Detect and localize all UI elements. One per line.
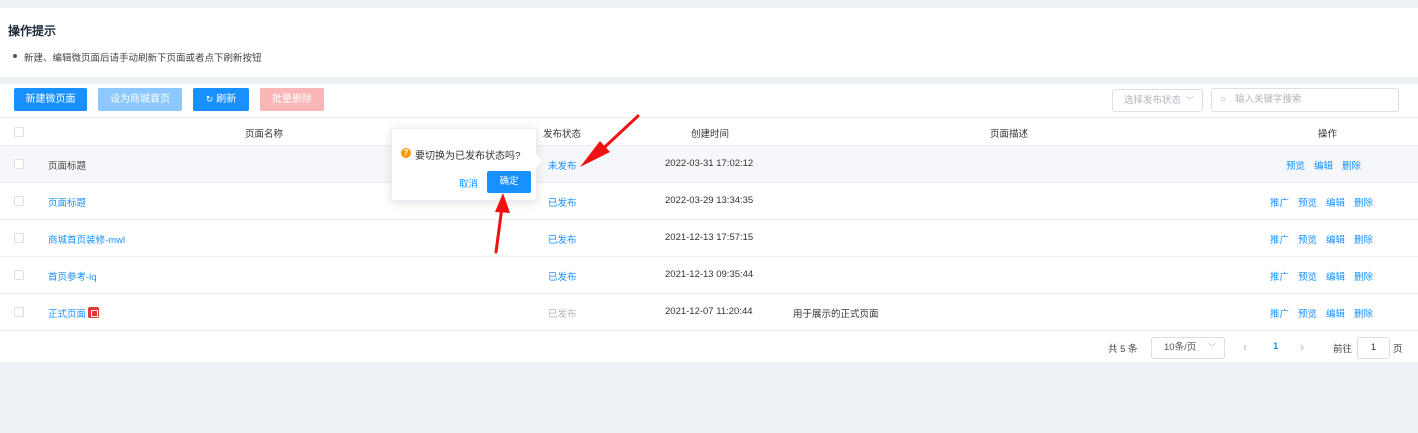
tips-title: 操作提示 — [8, 24, 57, 38]
promote-link[interactable]: 推广 — [1270, 198, 1289, 209]
status-toggle[interactable]: 已发布 — [548, 306, 577, 320]
operation-tips-panel: 操作提示 新建、编辑微页面后请手动刷新下页面或者点下刷新按钮 — [0, 8, 1418, 77]
row-created: 2022-03-31 17:02:12 — [665, 158, 754, 169]
header-status: 发布状态 — [543, 129, 582, 140]
next-page-button[interactable]: › — [1300, 340, 1304, 354]
edit-link[interactable]: 编辑 — [1326, 272, 1345, 283]
delete-link[interactable]: 删除 — [1354, 272, 1373, 283]
table-row: 页面标题 未发布 2022-03-31 17:02:12 预览 编辑 删除 — [0, 146, 1418, 183]
promote-link[interactable]: 推广 — [1270, 272, 1289, 283]
edit-link[interactable]: 编辑 — [1314, 161, 1333, 172]
set-home-button[interactable]: 设为商城首页 — [98, 88, 182, 111]
row-name[interactable]: 正式页面 — [48, 306, 100, 320]
preview-link[interactable]: 预览 — [1298, 198, 1317, 209]
delete-link[interactable]: 删除 — [1354, 235, 1373, 246]
table-row: 商城首页装修-mwl 已发布 2021-12-13 17:57:15 推广 预览编… — [0, 220, 1418, 257]
status-toggle[interactable]: 已发布 — [548, 269, 577, 283]
page-list-panel: 新建微页面 设为商城首页 ↻ 刷新 批量删除 选择发布状态 ﹀ ○ 输入关键字搜索 页… — [0, 84, 1418, 362]
table-row: 首页参考-lq 已发布 2021-12-13 09:35:44 推广 预览 编辑 删除 — [0, 257, 1418, 294]
row-name[interactable]: 页面标题 — [48, 195, 86, 209]
refresh-icon: ↻ — [205, 94, 214, 104]
header-ops: 操作 — [1318, 129, 1338, 140]
row-ops: 推广 预览 编辑 删除 — [1270, 232, 1373, 246]
row-created: 2021-12-13 09:35:44 — [665, 269, 754, 280]
page-size-select[interactable]: 10条/页 ﹀ — [1151, 337, 1225, 359]
row-ops: 预览 编辑 删除 — [1286, 158, 1361, 172]
select-all-checkbox[interactable] — [14, 127, 24, 137]
tips-item: 新建、编辑微页面后请手动刷新下页面或者点下刷新按钮 — [13, 50, 262, 64]
refresh-label: 刷新 — [216, 94, 237, 105]
chevron-down-icon: ﹀ — [1208, 343, 1216, 352]
prev-page-button[interactable]: ‹ — [1243, 340, 1247, 354]
status-toggle[interactable]: 已发布 — [548, 232, 577, 246]
delete-link[interactable]: 删除 — [1342, 161, 1361, 172]
search-icon: ○ — [1220, 94, 1227, 105]
table-header: 页面名称 发布状态 创建时间 页面描述 操作 — [0, 117, 1418, 146]
page-number-current[interactable]: 1 — [1273, 341, 1278, 352]
edit-link[interactable]: 编辑 — [1326, 309, 1345, 320]
row-name[interactable]: 首页参考-lq — [48, 269, 97, 283]
row-ops: 推广 预览 编辑 删除 — [1270, 306, 1373, 320]
new-page-button[interactable]: 新建微页面 — [14, 88, 87, 111]
header-created: 创建时间 — [691, 129, 730, 140]
batch-delete-button[interactable]: 批量删除 — [260, 88, 324, 111]
row-created: 2021-12-07 11:20:44 — [665, 306, 753, 317]
confirm-popover: ? 要切换为已发布状态吗? 取消 确定 — [391, 128, 537, 201]
row-ops: 推广 预览 编辑 删除 — [1270, 269, 1373, 283]
promote-link[interactable]: 推广 — [1270, 309, 1289, 320]
row-name-text: 正式页面 — [48, 309, 87, 320]
goto-label: 前往 — [1333, 344, 1353, 355]
chevron-down-icon: ﹀ — [1186, 96, 1194, 105]
row-name: 页面标题 — [48, 161, 87, 172]
row-checkbox[interactable] — [14, 233, 24, 243]
page-suffix: 页 — [1393, 344, 1403, 355]
row-name[interactable]: 商城首页装修-mwl — [48, 232, 125, 246]
preview-link[interactable]: 预览 — [1286, 161, 1305, 172]
preview-link[interactable]: 预览 — [1298, 309, 1317, 320]
search-input[interactable]: ○ 输入关键字搜索 — [1211, 88, 1399, 112]
row-created: 2022-03-29 13:34:35 — [665, 195, 754, 206]
header-name: 页面名称 — [245, 129, 284, 140]
qrcode-icon[interactable] — [88, 307, 100, 318]
pagination-total: 共 5 条 — [1108, 344, 1138, 355]
table-row: 正式页面 已发布 2021-12-07 11:20:44 用于展示的正式页面 推… — [0, 294, 1418, 331]
status-select[interactable]: 选择发布状态 ﹀ — [1112, 89, 1203, 112]
status-toggle[interactable]: 未发布 — [548, 158, 577, 172]
delete-link[interactable]: 删除 — [1354, 309, 1373, 320]
row-checkbox[interactable] — [14, 159, 24, 169]
header-desc: 页面描述 — [990, 129, 1029, 140]
edit-link[interactable]: 编辑 — [1326, 198, 1345, 209]
table-row: 页面标题 已发布 2022-03-29 13:34:35 推广 预览 编辑 删除 — [0, 183, 1418, 220]
status-toggle[interactable]: 已发布 — [548, 195, 577, 209]
status-select-placeholder: 选择发布状态 — [1124, 95, 1182, 106]
popover-message: 要切换为已发布状态吗? — [415, 151, 521, 162]
warning-icon: ? — [401, 148, 411, 158]
row-checkbox[interactable] — [14, 307, 24, 317]
popover-cancel-button[interactable]: 取消 — [459, 176, 478, 190]
page-size-value: 10条/页 — [1164, 342, 1197, 353]
search-placeholder: 输入关键字搜索 — [1235, 94, 1302, 105]
refresh-button[interactable]: ↻ 刷新 — [193, 88, 249, 111]
edit-link[interactable]: 编辑 — [1326, 235, 1345, 246]
row-checkbox[interactable] — [14, 270, 24, 280]
preview-link[interactable]: 预览 — [1298, 235, 1317, 246]
row-ops: 推广 预览 编辑 删除 — [1270, 195, 1373, 209]
preview-link[interactable]: 预览 — [1298, 272, 1317, 283]
row-desc: 用于展示的正式页面 — [793, 309, 879, 320]
promote-link[interactable]: 推广 — [1270, 235, 1289, 246]
row-checkbox[interactable] — [14, 196, 24, 206]
row-created: 2021-12-13 17:57:15 — [665, 232, 754, 243]
popover-confirm-button[interactable]: 确定 — [487, 171, 531, 193]
delete-link[interactable]: 删除 — [1354, 198, 1373, 209]
goto-page-input[interactable]: 1 — [1357, 337, 1390, 359]
